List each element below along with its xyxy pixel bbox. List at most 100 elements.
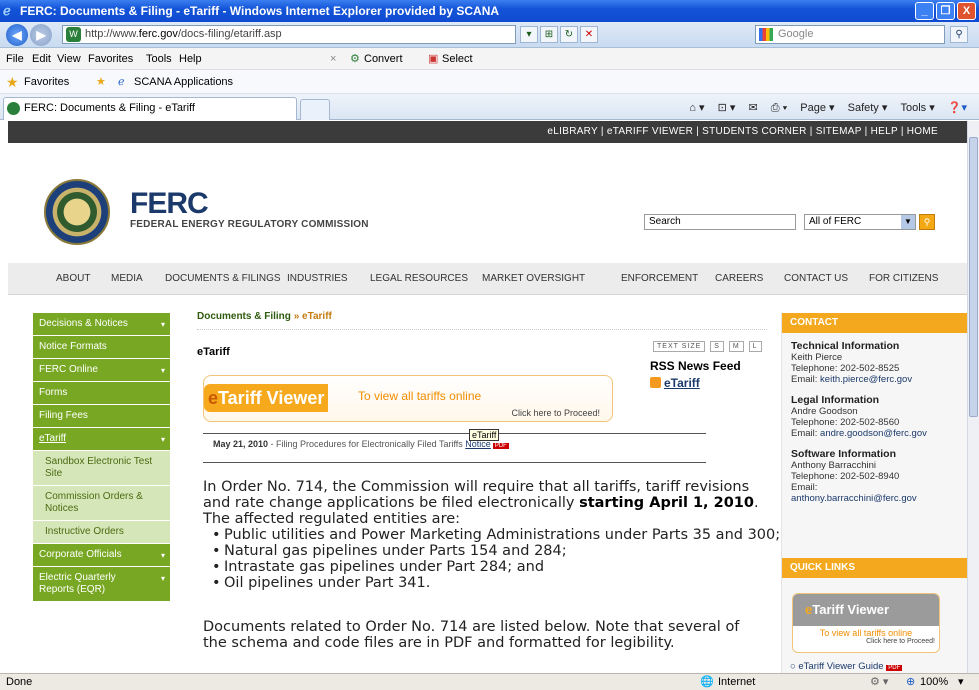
- nav-legal-resources[interactable]: LEGAL RESOURCES: [370, 263, 468, 295]
- new-tab-button[interactable]: [300, 99, 330, 120]
- search-go-icon[interactable]: ⚲: [950, 26, 968, 43]
- stop-icon[interactable]: ✕: [580, 26, 598, 43]
- nav-for-citizens[interactable]: FOR CITIZENS: [869, 263, 938, 295]
- sidebar-item-filing-fees[interactable]: Filing Fees: [33, 405, 170, 428]
- minimize-button[interactable]: _: [915, 2, 934, 20]
- utility-links[interactable]: eLIBRARY | eTARIFF VIEWER | STUDENTS COR…: [8, 121, 967, 143]
- nav-careers[interactable]: CAREERS: [715, 263, 763, 295]
- sidebar-subitem-commission-orders[interactable]: Commission Orders & Notices: [33, 486, 170, 521]
- intro-date: starting April 1, 2010: [579, 495, 754, 511]
- zoom-icon: ⊕: [906, 676, 916, 688]
- menu-view[interactable]: View: [57, 48, 81, 70]
- menu-tools[interactable]: Tools: [146, 48, 172, 70]
- menu-help[interactable]: Help: [179, 48, 202, 70]
- back-button[interactable]: ◀: [6, 24, 28, 46]
- text-size-control: TEXT SIZE S M L: [651, 341, 762, 352]
- select-icon: ▣: [428, 53, 439, 65]
- logo-title: FERC: [130, 187, 209, 220]
- text-size-large-button[interactable]: L: [748, 341, 762, 352]
- favorite-scana-applications[interactable]: SCANA Applications: [134, 70, 233, 94]
- search-provider-input[interactable]: Google: [755, 25, 945, 44]
- command-bar: ⌂ ▾ ⊡ ▾ ✉ ⎙ ▾ Page ▾ Safety ▾ Tools ▾ ❓▾: [679, 98, 967, 118]
- print-icon[interactable]: ⎙ ▾: [771, 102, 787, 114]
- sidebar-item-notice-formats[interactable]: Notice Formats: [33, 336, 170, 359]
- convert-button[interactable]: Convert: [364, 48, 403, 70]
- nav-about[interactable]: ABOUT: [56, 263, 90, 295]
- zoom-level[interactable]: 100%: [920, 674, 948, 690]
- nav-market-oversight[interactable]: MARKET OVERSIGHT: [482, 263, 585, 295]
- text-size-small-button[interactable]: S: [710, 341, 724, 352]
- address-dropdown-button[interactable]: ▾: [520, 26, 538, 43]
- menu-edit[interactable]: Edit: [32, 48, 51, 70]
- chevron-down-icon: ▾: [160, 551, 165, 560]
- tech-name: Keith Pierce: [791, 352, 843, 363]
- sidebar-item-eqr[interactable]: Electric Quarterly Reports (EQR) ▾: [33, 567, 170, 602]
- address-input[interactable]: W http://www.ferc.gov/docs-filing/etarif…: [62, 25, 516, 44]
- search-scope-select[interactable]: All of FERC ▼: [804, 214, 916, 230]
- nav-enforcement[interactable]: ENFORCEMENT: [621, 263, 698, 295]
- safety-menu[interactable]: Safety ▾: [848, 102, 888, 114]
- refresh-icon[interactable]: ↻: [560, 26, 578, 43]
- sidebar-item-ferc-online[interactable]: FERC Online ▾: [33, 359, 170, 382]
- maximize-button[interactable]: ❐: [936, 2, 955, 20]
- quick-etariff-viewer-banner[interactable]: eTariff Viewer To view all tariffs onlin…: [792, 593, 940, 653]
- mail-icon[interactable]: ✉: [748, 102, 757, 114]
- add-favorite-icon[interactable]: ★: [96, 70, 106, 94]
- home-icon[interactable]: ⌂ ▾: [689, 102, 704, 114]
- select-button[interactable]: Select: [442, 48, 473, 70]
- etariff-viewer-guide-link[interactable]: ○ eTariff Viewer Guide PDF: [790, 661, 903, 672]
- software-email-link[interactable]: anthony.barracchini@ferc.gov: [791, 493, 917, 504]
- zoom-dropdown-icon[interactable]: ▾: [958, 674, 964, 690]
- ferc-logo[interactable]: FERC FEDERAL ENERGY REGULATORY COMMISSIO…: [130, 187, 369, 231]
- vertical-scrollbar[interactable]: [967, 121, 979, 673]
- banner-proceed[interactable]: Click here to Proceed!: [511, 408, 600, 418]
- etariff-viewer-banner[interactable]: eTariff Viewer To view all tariffs onlin…: [203, 375, 613, 422]
- menu-favorites[interactable]: Favorites: [88, 48, 133, 70]
- nav-media[interactable]: MEDIA: [111, 263, 143, 295]
- forward-button[interactable]: ▶: [30, 24, 52, 46]
- legal-email-link[interactable]: andre.goodson@ferc.gov: [820, 428, 927, 439]
- software-name: Anthony Barracchini: [791, 460, 877, 471]
- pdf-icon: PDF: [886, 665, 903, 671]
- page-menu[interactable]: Page ▾: [800, 102, 834, 114]
- compat-view-icon[interactable]: ⊞: [540, 26, 558, 43]
- nav-documents-filings[interactable]: DOCUMENTS & FILINGS: [165, 263, 281, 295]
- search-go-button[interactable]: ⚲: [919, 214, 935, 230]
- google-icon: [759, 28, 773, 41]
- breadcrumb-parent[interactable]: Documents & Filing: [197, 311, 291, 322]
- ferc-seal-logo: [44, 179, 110, 245]
- chevron-down-icon: ▾: [160, 366, 165, 375]
- nav-contact-us[interactable]: CONTACT US: [784, 263, 848, 295]
- tech-email-link[interactable]: keith.pierce@ferc.gov: [820, 374, 912, 385]
- text-size-medium-button[interactable]: M: [728, 341, 744, 352]
- convert-icon: ⚙: [350, 53, 360, 65]
- rss-etariff-link[interactable]: eTariff: [650, 376, 700, 390]
- tools-menu[interactable]: Tools ▾: [900, 102, 934, 114]
- feeds-icon[interactable]: ⊡ ▾: [718, 102, 736, 114]
- tab-bar: FERC: Documents & Filing - eTariff ⌂ ▾ ⊡…: [0, 94, 979, 120]
- guide-label: eTariff Viewer Guide: [798, 661, 884, 672]
- software-phone: Telephone: 202-502-8940: [791, 471, 900, 482]
- entity-list: Public utilities and Power Marketing Adm…: [212, 527, 780, 591]
- protected-mode-icon[interactable]: ⚙ ▾: [870, 674, 888, 690]
- sidebar-item-decisions-notices[interactable]: Decisions & Notices ▾: [33, 313, 170, 336]
- favorites-button[interactable]: Favorites: [24, 70, 69, 94]
- site-search-input[interactable]: Search: [644, 214, 796, 230]
- ql-banner-text: Tariff Viewer: [812, 602, 890, 617]
- tab-title: FERC: Documents & Filing - eTariff: [24, 102, 195, 114]
- close-button[interactable]: X: [957, 2, 976, 20]
- sidebar-subitem-instructive-orders[interactable]: Instructive Orders: [33, 521, 170, 544]
- nav-industries[interactable]: INDUSTRIES: [287, 263, 348, 295]
- help-icon[interactable]: ❓▾: [948, 102, 967, 114]
- chevron-down-icon: ▾: [160, 574, 165, 583]
- sidebar-subitem-sandbox[interactable]: Sandbox Electronic Test Site: [33, 451, 170, 486]
- divider: [203, 433, 706, 434]
- tab-ferc-etariff[interactable]: FERC: Documents & Filing - eTariff: [3, 97, 297, 120]
- main-nav: ABOUT MEDIA DOCUMENTS & FILINGS INDUSTRI…: [8, 263, 967, 295]
- sidebar-item-etariff[interactable]: eTariff ▾: [33, 428, 170, 451]
- sidebar-item-corporate-officials[interactable]: Corporate Officials ▾: [33, 544, 170, 567]
- sidebar-item-forms[interactable]: Forms: [33, 382, 170, 405]
- close-toolbar-icon[interactable]: ×: [330, 48, 336, 70]
- menu-file[interactable]: File: [6, 48, 24, 70]
- scrollbar-thumb[interactable]: [969, 137, 978, 417]
